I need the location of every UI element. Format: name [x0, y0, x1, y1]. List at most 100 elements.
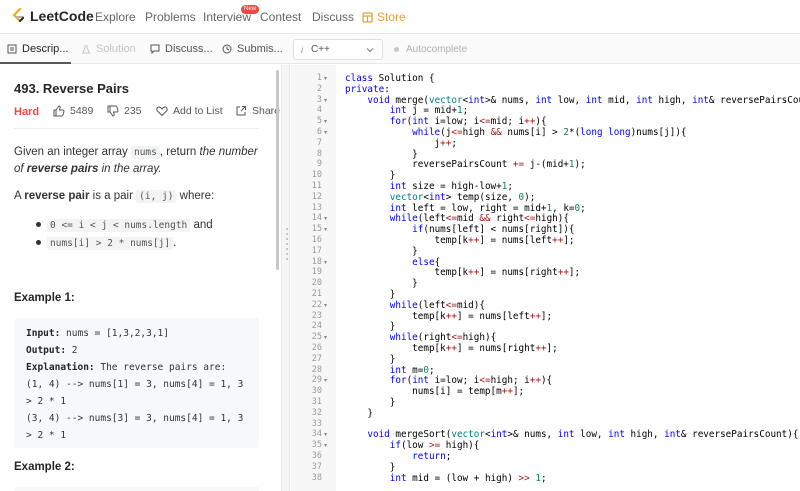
problem-scrollbar[interactable] [276, 70, 279, 270]
line-number: 2 [316, 83, 322, 94]
nav-problems[interactable]: Problems [145, 10, 196, 24]
fold-arrow-icon[interactable]: ▾ [324, 334, 327, 341]
example-output: Output: 2 [26, 345, 78, 356]
code-line[interactable]: } [345, 321, 396, 332]
code-line[interactable]: nums[i] = temp[m++]; [345, 386, 524, 397]
info-icon: i [301, 44, 303, 55]
line-number: 33 [311, 418, 322, 429]
line-number: 16 [311, 235, 322, 245]
code-line[interactable]: } [345, 170, 396, 181]
code-line[interactable]: } [345, 289, 396, 300]
code-line[interactable]: void mergeSort(vector<int>& nums, int lo… [345, 429, 798, 440]
desc-text-bold: reverse pairs [26, 163, 99, 175]
code-line[interactable]: private: [345, 84, 390, 95]
pane-resize-handle[interactable] [281, 65, 290, 491]
tab-discuss-label: Discuss... [165, 43, 213, 55]
fold-arrow-icon[interactable]: ▾ [324, 129, 327, 136]
active-tab-indicator [0, 62, 71, 64]
code-line[interactable]: vector<int> temp(size, 0); [345, 192, 536, 203]
code-line[interactable]: temp[k++] = nums[right++]; [345, 343, 558, 354]
fold-arrow-icon[interactable]: ▾ [324, 259, 327, 266]
line-number: 19 [311, 267, 322, 278]
code-line[interactable]: else{ [345, 257, 440, 268]
line-number: 27 [311, 353, 322, 364]
tab-discuss[interactable]: Discuss... [150, 35, 213, 63]
code-line[interactable]: while(right<=high){ [345, 332, 496, 343]
code-line[interactable]: while(left<=mid){ [345, 300, 485, 311]
line-number: 22 [311, 299, 322, 310]
grip-dot [286, 233, 288, 235]
code-line[interactable]: int size = high-low+1; [345, 181, 513, 192]
nav-contest[interactable]: Contest [260, 10, 301, 24]
line-number: 28 [311, 364, 322, 375]
grip-dot [286, 228, 288, 230]
fold-arrow-icon[interactable]: ▾ [324, 226, 327, 233]
grip-dot [286, 253, 288, 255]
line-number: 35 [311, 440, 322, 451]
add-to-list-button[interactable]: Add to List [156, 105, 223, 117]
flask-icon [81, 45, 91, 54]
tab-description[interactable]: Descrip... [7, 35, 68, 63]
code-line[interactable]: class Solution { [345, 73, 435, 84]
code-line[interactable]: if(low >= high){ [345, 440, 480, 451]
code-line[interactable]: } [345, 408, 373, 419]
fold-arrow-icon[interactable]: ▾ [324, 442, 327, 449]
nav-explore[interactable]: Explore [95, 10, 136, 24]
fold-arrow-icon[interactable]: ▾ [324, 97, 327, 104]
fold-arrow-icon[interactable]: ▾ [324, 215, 327, 222]
code-line[interactable]: temp[k++] = nums[right++]; [345, 267, 581, 278]
code-line[interactable]: return; [345, 451, 451, 462]
like-button[interactable]: 5489 [53, 105, 93, 117]
code-line[interactable]: } [345, 149, 418, 160]
code-line[interactable]: int left = low, right = mid+1, k=0; [345, 203, 586, 214]
code-line[interactable]: while(left<=mid && right<=high){ [345, 213, 569, 224]
dislike-button[interactable]: 235 [107, 105, 142, 117]
share-button[interactable]: Share [235, 105, 280, 117]
new-badge: New [241, 5, 260, 14]
code-line[interactable]: j++; [345, 138, 457, 149]
nav-store[interactable]: Store [362, 10, 406, 24]
autocomplete-toggle[interactable]: Autocomplete [394, 44, 467, 55]
line-number: 29 [311, 375, 322, 386]
line-number: 36 [311, 451, 322, 461]
fold-arrow-icon[interactable]: ▾ [324, 431, 327, 438]
line-number: 4 [316, 105, 322, 116]
nav-discuss[interactable]: Discuss [312, 10, 354, 24]
grip-dot [286, 243, 288, 245]
desc-text: , return [159, 146, 200, 158]
code-line[interactable]: int j = mid+1; [345, 105, 468, 116]
description-line-2: of reverse pairs in the array. [14, 160, 162, 178]
desc-text: and [190, 219, 213, 231]
example-input: Input: nums = [1,3,2,3,1] [26, 328, 169, 339]
code-line[interactable]: } [345, 397, 396, 408]
code-line[interactable]: if(nums[left] < nums[right]){ [345, 224, 574, 235]
fold-arrow-icon[interactable]: ▾ [324, 75, 327, 82]
code-line[interactable]: } [345, 354, 396, 365]
code-line[interactable]: temp[k++] = nums[left++]; [345, 235, 575, 246]
line-number: 3 [316, 94, 322, 105]
code-line[interactable]: int m=0; [345, 365, 435, 376]
line-number: 13 [311, 202, 322, 213]
example-value: 2 [66, 345, 78, 356]
code-line[interactable]: reversePairsCount += j-(mid+1); [345, 159, 586, 170]
grip-dot [286, 248, 288, 250]
code-line[interactable]: } [345, 462, 396, 473]
description-line-3: A reverse pair is a pair (i, j) where: [14, 187, 214, 206]
code-line[interactable]: } [345, 246, 418, 257]
code-line[interactable]: for(int i=low; i<=high; i++){ [345, 375, 552, 386]
code-line[interactable]: for(int i=low; i<=mid; i++){ [345, 116, 547, 127]
meta-divider [14, 128, 259, 129]
code-line[interactable]: void merge(vector<int>& nums, int low, i… [345, 95, 800, 106]
code-line[interactable]: temp[k++] = nums[left++]; [345, 311, 552, 322]
share-icon [236, 106, 246, 116]
language-select[interactable]: i C++ [293, 39, 383, 60]
fold-arrow-icon[interactable]: ▾ [324, 302, 327, 309]
code-line[interactable]: int mid = (low + high) >> 1; [345, 473, 547, 484]
fold-arrow-icon[interactable]: ▾ [324, 118, 327, 125]
tab-solution[interactable]: Solution [81, 35, 136, 63]
leetcode-logo[interactable]: LeetCode [12, 8, 94, 24]
tab-submissions[interactable]: Submis... [222, 35, 283, 63]
fold-arrow-icon[interactable]: ▾ [324, 377, 327, 384]
code-line[interactable]: } [345, 278, 418, 289]
code-line[interactable]: while(j<=high && nums[i] > 2*(long long)… [345, 127, 686, 138]
